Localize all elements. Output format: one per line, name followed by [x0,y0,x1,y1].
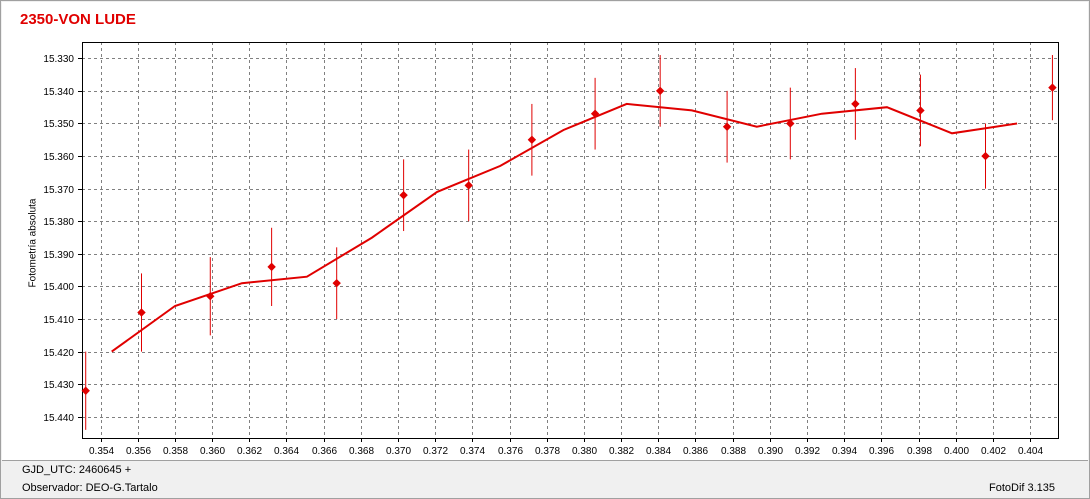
y-tick-label: 15.380 [43,217,74,228]
y-tick-label: 15.410 [43,315,74,326]
x-tick-label: 0.354 [89,446,114,457]
x-tick-label: 0.384 [646,446,671,457]
x-tick-label: 0.386 [683,446,708,457]
software-version-label: FotoDif 3.135 [989,482,1056,494]
grid-layer [82,42,1058,438]
x-tick-label: 0.370 [386,446,411,457]
y-tick-label: 15.340 [43,87,74,98]
x-tick-label: 0.368 [349,446,374,457]
x-tick-label: 0.376 [498,446,523,457]
x-tick-label: 0.380 [572,446,597,457]
y-tick-label: 15.360 [43,152,74,163]
x-tick-label: 0.364 [274,446,299,457]
y-tick-label: 15.420 [43,348,74,359]
x-tick-label: 0.390 [758,446,783,457]
y-tick-label: 15.400 [43,282,74,293]
x-tick-label: 0.378 [535,446,560,457]
window-frame: 2350-VON LUDE Fotometría absoluta 0.354 0… [0,0,1090,499]
y-tick-label: 15.370 [43,185,74,196]
x-tick-label: 0.360 [200,446,225,457]
y-tick-label: 15.440 [43,413,74,424]
gjd-label: GJD_UTC: 2460645 + [22,464,132,476]
chart-panel: 2350-VON LUDE Fotometría absoluta 0.354 0… [2,2,1088,461]
y-tick-label: 15.390 [43,250,74,261]
x-tick-label: 0.362 [237,446,262,457]
plot-area [82,42,1058,438]
x-tick-label: 0.392 [795,446,820,457]
x-tick-label: 0.388 [721,446,746,457]
x-tick-label: 0.394 [832,446,857,457]
x-tick-label: 0.402 [981,446,1006,457]
y-tick-label: 15.350 [43,119,74,130]
x-tick-label: 0.366 [312,446,337,457]
x-tick-label: 0.372 [423,446,448,457]
x-tick-label: 0.358 [163,446,188,457]
x-tick-label: 0.374 [460,446,485,457]
x-tick-label: 0.382 [609,446,634,457]
x-tick-label: 0.400 [944,446,969,457]
x-tick-label: 0.396 [869,446,894,457]
x-tick-label: 0.356 [126,446,151,457]
x-tick-label: 0.404 [1018,446,1043,457]
y-tick-label: 15.330 [43,54,74,65]
chart-plot: 0.354 0.356 0.358 0.360 0.362 0.364 0.366 0.368… [43,42,1059,457]
x-tick-label: 0.398 [907,446,932,457]
observer-label: Observador: DEO-G.Tartalo [22,482,158,494]
y-tick-label: 15.430 [43,380,74,391]
